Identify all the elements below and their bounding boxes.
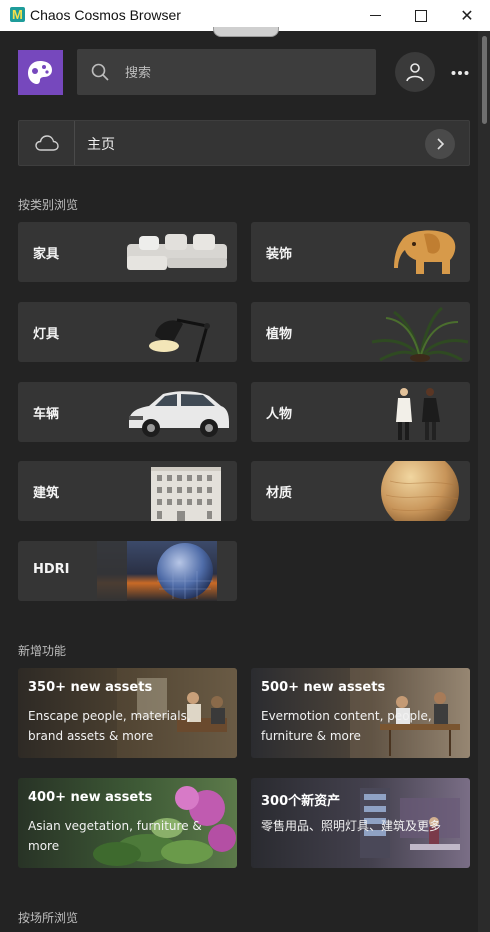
category-label: 车辆: [33, 407, 60, 422]
elephant-image: [394, 230, 456, 274]
feature-title: 400+ new assets: [28, 790, 153, 805]
cloud-icon: [34, 135, 59, 151]
car-image: [129, 391, 229, 437]
category-card-plants[interactable]: 植物: [251, 302, 470, 362]
hdri-image: [97, 541, 217, 601]
search-icon: [91, 63, 109, 81]
feature-title: 300个新资产: [261, 794, 341, 809]
people-image: [396, 388, 440, 440]
user-account-button[interactable]: [395, 52, 435, 92]
feature-card-vegetation[interactable]: 400+ new assets Asian vegetation, furnit…: [18, 778, 237, 868]
maximize-button[interactable]: [398, 0, 444, 31]
close-button[interactable]: ✕: [444, 0, 490, 31]
places-section-title: 按场所浏览: [18, 911, 79, 925]
feature-card-evermotion[interactable]: 500+ new assets Evermotion content, peop…: [251, 668, 470, 758]
category-card-materials[interactable]: 材质: [251, 461, 470, 521]
categories-section-title: 按类别浏览: [18, 198, 79, 212]
feature-description: Asian vegetation, furniture & more: [28, 819, 202, 853]
cosmos-logo-icon[interactable]: [18, 50, 63, 95]
feature-description: Enscape people, materials, brand assets …: [28, 709, 191, 743]
app-icon-letter: M: [12, 7, 23, 22]
feature-title: 500+ new assets: [261, 680, 386, 695]
category-label: 材质: [266, 486, 293, 501]
feature-description: Evermotion content, people, furniture & …: [261, 709, 432, 743]
sofa-image: [127, 234, 227, 270]
minimize-icon: [369, 15, 381, 16]
category-label: 植物: [266, 327, 293, 342]
category-label: HDRI: [33, 562, 70, 577]
close-icon: ✕: [460, 7, 474, 25]
feature-description: 零售用品、照明灯具、建筑及更多: [261, 819, 442, 833]
category-label: 建筑: [33, 486, 60, 501]
minimize-button[interactable]: [352, 0, 398, 31]
cloud-button[interactable]: [19, 121, 75, 165]
maximize-icon: [415, 9, 427, 22]
user-icon: [406, 63, 424, 82]
category-label: 家具: [33, 247, 60, 262]
breadcrumb: 主页: [18, 120, 470, 166]
feature-title: 350+ new assets: [28, 680, 153, 695]
palm-image: [371, 306, 469, 362]
app-icon: M: [10, 7, 25, 22]
search-input[interactable]: [123, 49, 367, 97]
category-card-furniture[interactable]: 家具: [18, 222, 237, 282]
building-image: [151, 467, 221, 521]
category-card-hdri[interactable]: HDRI: [18, 541, 237, 601]
category-card-lighting[interactable]: 灯具: [18, 302, 237, 362]
search-box[interactable]: [77, 49, 376, 97]
more-dots-icon: [451, 71, 469, 75]
lamp-image: [149, 318, 210, 362]
feature-card-retail[interactable]: 300个新资产 零售用品、照明灯具、建筑及更多: [251, 778, 470, 868]
category-label: 装饰: [266, 247, 293, 262]
more-options-button[interactable]: [447, 60, 473, 86]
category-card-architecture[interactable]: 建筑: [18, 461, 237, 521]
sphere-image: [381, 461, 459, 521]
feature-card-enscape[interactable]: 350+ new assets Enscape people, material…: [18, 668, 237, 758]
scrollbar-track[interactable]: [478, 31, 490, 932]
category-label: 人物: [266, 407, 293, 422]
chevron-right-icon: [437, 138, 445, 150]
features-section-title: 新增功能: [18, 644, 67, 658]
category-card-people[interactable]: 人物: [251, 382, 470, 442]
window-title: Chaos Cosmos Browser: [30, 7, 181, 23]
breadcrumb-current[interactable]: 主页: [87, 134, 115, 154]
category-card-decor[interactable]: 装饰: [251, 222, 470, 282]
category-card-vehicles[interactable]: 车辆: [18, 382, 237, 442]
breadcrumb-next-button[interactable]: [425, 129, 455, 159]
drag-handle[interactable]: [213, 27, 279, 37]
scrollbar-thumb[interactable]: [482, 36, 487, 124]
category-label: 灯具: [33, 327, 60, 342]
